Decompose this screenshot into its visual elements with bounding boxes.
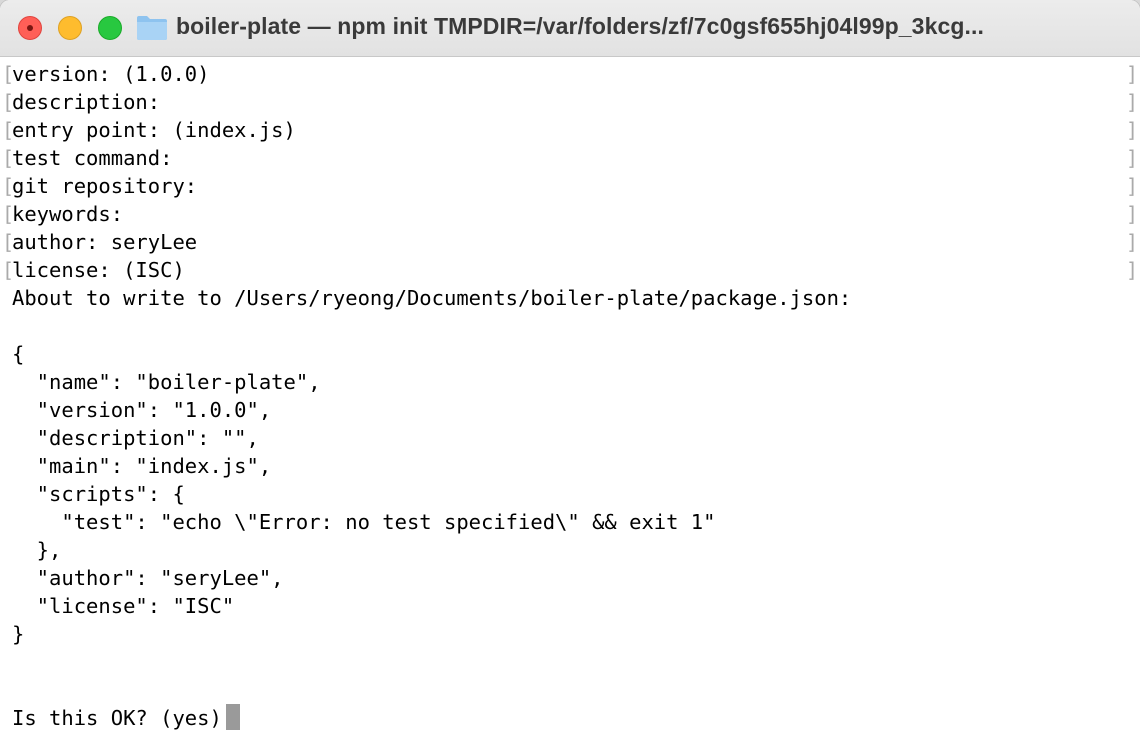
window-title: boiler-plate — npm init TMPDIR=/var/fold…: [176, 13, 984, 39]
bracket-left: [: [2, 90, 15, 114]
terminal-line: [license: (ISC)]: [2, 258, 1138, 282]
json-line: "name": "boiler-plate",: [12, 370, 321, 394]
bracket-right: ]: [1125, 90, 1138, 114]
text-cursor: [225, 704, 240, 730]
bracket-right: ]: [1125, 202, 1138, 226]
terminal-line: [description:]: [2, 90, 1138, 114]
bracket-left: [: [2, 146, 15, 170]
about-line: About to write to /Users/ryeong/Document…: [12, 286, 852, 310]
maximize-window-button[interactable]: [98, 16, 122, 40]
bracket-right: ]: [1125, 258, 1138, 282]
terminal-line: [git repository:]: [2, 174, 1138, 198]
terminal-line: [author: seryLee]: [2, 230, 1138, 254]
terminal-line: [test command:]: [2, 146, 1138, 170]
terminal-line: [keywords:]: [2, 202, 1138, 226]
bracket-right: ]: [1125, 146, 1138, 170]
confirm-prompt-text: Is this OK? (yes): [12, 706, 222, 730]
json-line: "test": "echo \"Error: no test specified…: [12, 510, 716, 534]
bracket-right: ]: [1125, 174, 1138, 198]
json-line: {: [12, 342, 25, 366]
terminal-line: [entry point: (index.js)]: [2, 118, 1138, 142]
title-bar[interactable]: boiler-plate — npm init TMPDIR=/var/fold…: [0, 0, 1140, 57]
json-line: }: [12, 622, 25, 646]
bracket-right: ]: [1125, 62, 1138, 86]
minimize-window-button[interactable]: [58, 16, 82, 40]
bracket-left: [: [2, 258, 15, 282]
bracket-right: ]: [1125, 118, 1138, 142]
json-line: "author": "seryLee",: [12, 566, 284, 590]
terminal-line: [version: (1.0.0)]: [2, 62, 1138, 86]
confirm-prompt-line[interactable]: Is this OK? (yes): [12, 704, 240, 732]
json-line: "scripts": {: [12, 482, 185, 506]
bracket-left: [: [2, 62, 15, 86]
json-line: "license": "ISC": [12, 594, 235, 618]
bracket-left: [: [2, 202, 15, 226]
bracket-right: ]: [1125, 230, 1138, 254]
bracket-left: [: [2, 118, 15, 142]
json-line: },: [12, 538, 62, 562]
json-line: "main": "index.js",: [12, 454, 272, 478]
terminal-content[interactable]: [version: (1.0.0)] [description:] [entry…: [0, 58, 1140, 744]
close-window-button[interactable]: [18, 16, 42, 40]
terminal-window: boiler-plate — npm init TMPDIR=/var/fold…: [0, 0, 1140, 744]
json-line: "description": "",: [12, 426, 259, 450]
bracket-left: [: [2, 174, 15, 198]
bracket-left: [: [2, 230, 15, 254]
json-line: "version": "1.0.0",: [12, 398, 272, 422]
folder-icon: [137, 16, 167, 40]
